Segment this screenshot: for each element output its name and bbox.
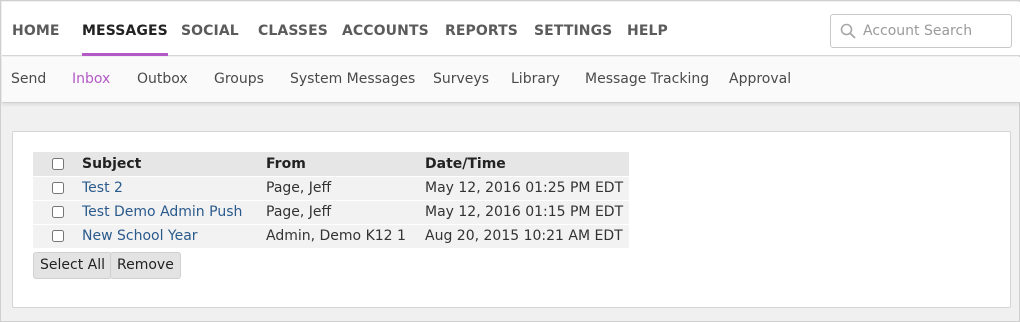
row-checkbox[interactable] <box>51 182 64 194</box>
message-subject-link[interactable]: New School Year <box>82 228 198 244</box>
remove-button[interactable]: Remove <box>110 252 181 279</box>
top-navigation: HOME MESSAGES SOCIAL CLASSES ACCOUNTS RE… <box>2 2 1020 56</box>
message-from: Page, Jeff <box>266 180 332 196</box>
message-subject-link[interactable]: Test 2 <box>82 180 123 196</box>
subnav-groups[interactable]: Groups <box>214 57 264 103</box>
sub-navigation: Send Inbox Outbox Groups System Messages… <box>2 57 1020 103</box>
table-header-row: Subject From Date/Time <box>33 152 629 176</box>
table-row: Test Demo Admin Push Page, Jeff May 12, … <box>33 200 629 224</box>
nav-classes[interactable]: CLASSES <box>258 2 328 56</box>
nav-accounts[interactable]: ACCOUNTS <box>342 2 429 56</box>
row-checkbox[interactable] <box>51 206 64 218</box>
subnav-outbox[interactable]: Outbox <box>137 57 188 103</box>
message-from: Admin, Demo K12 1 <box>266 228 406 245</box>
nav-social[interactable]: SOCIAL <box>181 2 239 56</box>
nav-reports[interactable]: REPORTS <box>445 2 518 56</box>
table-row: New School Year Admin, Demo K12 1 Aug 20… <box>33 224 629 248</box>
nav-home[interactable]: HOME <box>12 2 60 56</box>
subnav-send[interactable]: Send <box>11 57 46 103</box>
subnav-inbox[interactable]: Inbox <box>72 57 110 103</box>
table-row: Test 2 Page, Jeff May 12, 2016 01:25 PM … <box>33 176 629 200</box>
header-datetime: Date/Time <box>425 155 506 172</box>
nav-settings[interactable]: SETTINGS <box>534 2 612 56</box>
row-checkbox[interactable] <box>51 230 64 243</box>
message-datetime: May 12, 2016 01:25 PM EDT <box>425 180 624 196</box>
header-subject: Subject <box>82 155 142 172</box>
nav-help[interactable]: HELP <box>627 2 668 56</box>
inbox-panel: Subject From Date/Time Test 2 Page, Jeff… <box>12 131 1011 308</box>
message-datetime: Aug 20, 2015 10:21 AM EDT <box>425 228 623 245</box>
header-from: From <box>266 155 306 172</box>
select-all-button[interactable]: Select All <box>33 252 112 279</box>
nav-messages[interactable]: MESSAGES <box>82 2 168 56</box>
subnav-library[interactable]: Library <box>511 57 560 103</box>
message-datetime: May 12, 2016 01:15 PM EDT <box>425 204 624 220</box>
search-icon <box>840 23 856 39</box>
account-search-input[interactable] <box>861 17 1006 45</box>
message-from: Page, Jeff <box>266 204 332 220</box>
subnav-approval[interactable]: Approval <box>729 57 791 103</box>
select-all-checkbox[interactable] <box>51 157 64 170</box>
subnav-surveys[interactable]: Surveys <box>433 57 489 103</box>
app-window: HOME MESSAGES SOCIAL CLASSES ACCOUNTS RE… <box>0 0 1020 322</box>
subnav-message-tracking[interactable]: Message Tracking <box>585 57 709 103</box>
messages-table: Subject From Date/Time Test 2 Page, Jeff… <box>33 152 629 248</box>
account-search-box[interactable] <box>830 14 1012 48</box>
header-checkbox-cell <box>33 152 82 176</box>
subnav-system-messages[interactable]: System Messages <box>290 57 415 103</box>
message-subject-link[interactable]: Test Demo Admin Push <box>82 204 242 220</box>
